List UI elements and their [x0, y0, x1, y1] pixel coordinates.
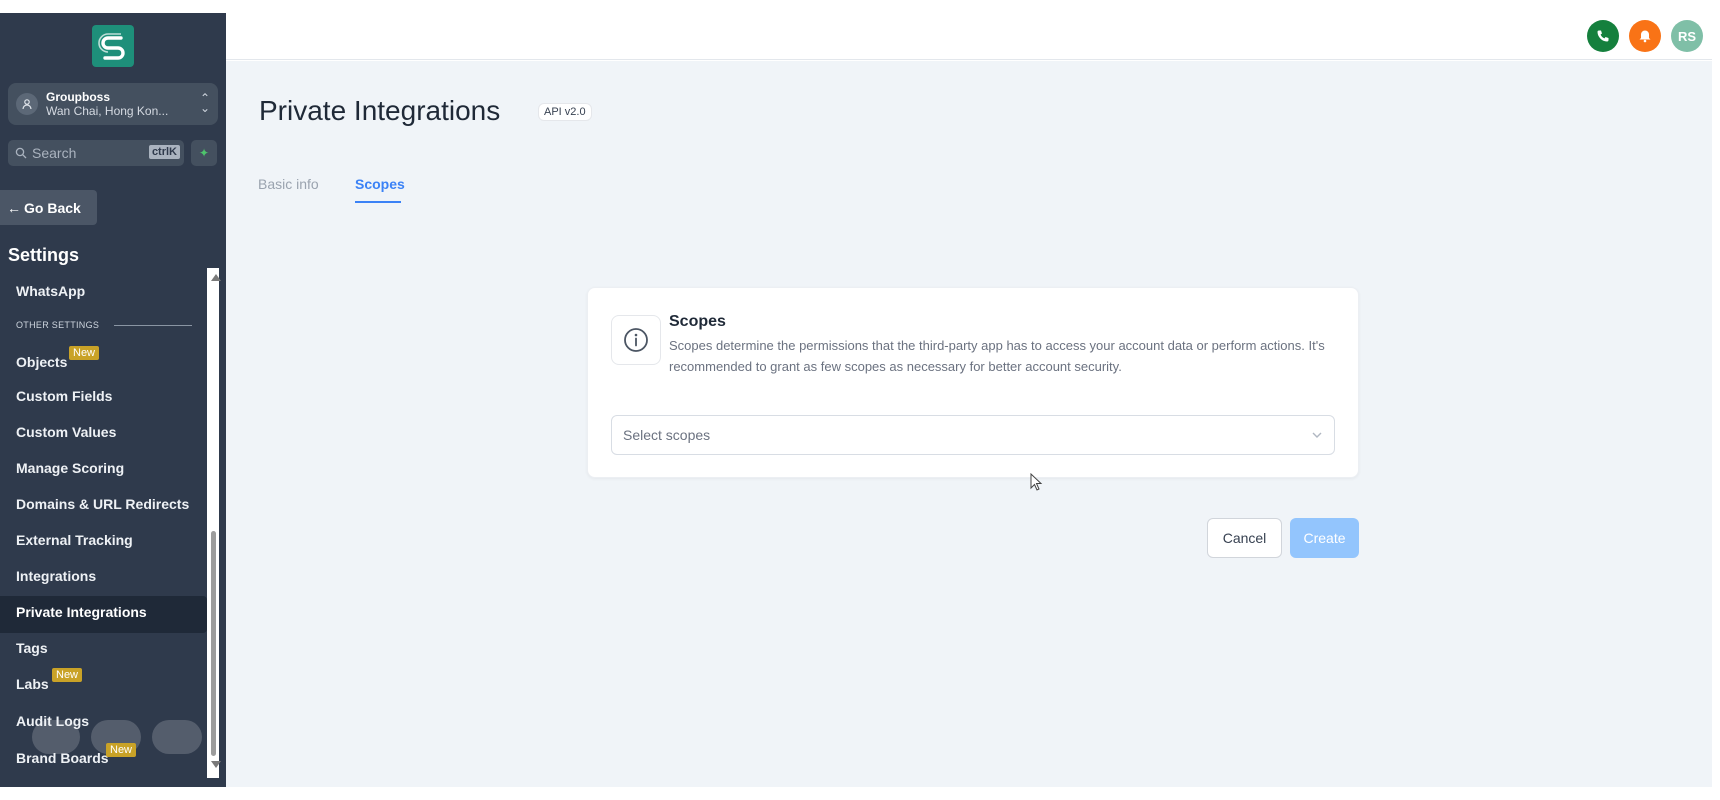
sidebar-item-brand-boards[interactable]: Brand Boards [16, 750, 109, 766]
sidebar-item-whatsapp[interactable]: WhatsApp [16, 283, 85, 299]
account-location: Wan Chai, Hong Kon... [46, 104, 169, 118]
sidebar: Groupboss Wan Chai, Hong Kon... ⌃ ⌄ Searc… [0, 13, 226, 787]
sidebar-item-manage-scoring[interactable]: Manage Scoring [16, 460, 124, 476]
phone-button[interactable] [1587, 20, 1619, 52]
floating-tool-ghost [152, 720, 202, 754]
search-placeholder: Search [32, 145, 77, 161]
sparkle-icon: ✦ [198, 146, 210, 160]
sidebar-item-custom-values[interactable]: Custom Values [16, 424, 116, 440]
active-tab-indicator [355, 201, 401, 203]
bell-icon [1639, 30, 1651, 43]
go-back-label: Go Back [24, 199, 81, 216]
section-label-other-settings: OTHER SETTINGS [16, 320, 100, 330]
scrollbar-thumb[interactable] [211, 531, 216, 756]
section-divider [114, 325, 192, 326]
scroll-up-arrow-icon[interactable] [211, 274, 221, 281]
sidebar-item-integrations[interactable]: Integrations [16, 568, 96, 584]
notifications-button[interactable] [1629, 20, 1661, 52]
account-name: Groupboss [46, 90, 111, 104]
new-badge: New [52, 668, 83, 682]
scopes-select[interactable]: Select scopes [611, 415, 1335, 455]
sidebar-item-domains-url-redirects[interactable]: Domains & URL Redirects [16, 496, 189, 512]
sidebar-item-private-integrations[interactable]: Private Integrations [16, 604, 147, 620]
app-window: Groupboss Wan Chai, Hong Kon... ⌃ ⌄ Searc… [0, 0, 1720, 800]
mouse-cursor-icon [1030, 473, 1043, 491]
page-title: Private Integrations [259, 95, 501, 126]
go-back-button[interactable]: ← Go Back [0, 190, 97, 225]
account-switcher[interactable]: Groupboss Wan Chai, Hong Kon... ⌃ ⌄ [8, 83, 218, 125]
select-placeholder: Select scopes [623, 427, 711, 443]
top-bar [226, 13, 1712, 60]
location-avatar-icon [16, 93, 38, 115]
sidebar-search[interactable]: Search ctrlK [8, 140, 184, 166]
create-button[interactable]: Create [1290, 518, 1359, 558]
app-logo[interactable] [92, 25, 134, 67]
search-icon [15, 147, 27, 159]
tab-scopes[interactable]: Scopes [355, 176, 405, 192]
card-description: Scopes determine the permissions that th… [669, 338, 1325, 374]
card-title: Scopes [669, 313, 726, 330]
api-version-badge: API v2.0 [538, 103, 592, 121]
settings-heading: Settings [8, 245, 80, 265]
quick-action-button[interactable]: ✦ [191, 140, 217, 166]
sidebar-item-custom-fields[interactable]: Custom Fields [16, 388, 112, 404]
chevron-down-icon [1312, 432, 1322, 438]
logo-icon [98, 33, 125, 60]
sidebar-item-labs[interactable]: Labs [16, 676, 49, 692]
new-badge: New [69, 346, 100, 360]
sidebar-item-audit-logs[interactable]: Audit Logs [16, 713, 89, 729]
new-badge: New [106, 743, 137, 757]
cancel-button[interactable]: Cancel [1207, 518, 1282, 558]
info-icon-box [611, 315, 661, 365]
sidebar-item-tags[interactable]: Tags [16, 640, 48, 656]
arrow-left-icon: ← [7, 199, 21, 216]
tab-basic-info[interactable]: Basic info [258, 176, 319, 192]
user-avatar[interactable]: RS [1671, 20, 1703, 52]
phone-icon [1597, 30, 1609, 42]
scroll-down-arrow-icon[interactable] [211, 761, 221, 768]
chevron-updown-icon: ⌃ ⌄ [199, 91, 210, 115]
info-icon [624, 328, 648, 352]
sidebar-item-objects[interactable]: Objects [16, 354, 67, 370]
sidebar-item-external-tracking[interactable]: External Tracking [16, 532, 133, 548]
search-shortcut-badge: ctrlK [148, 145, 180, 159]
